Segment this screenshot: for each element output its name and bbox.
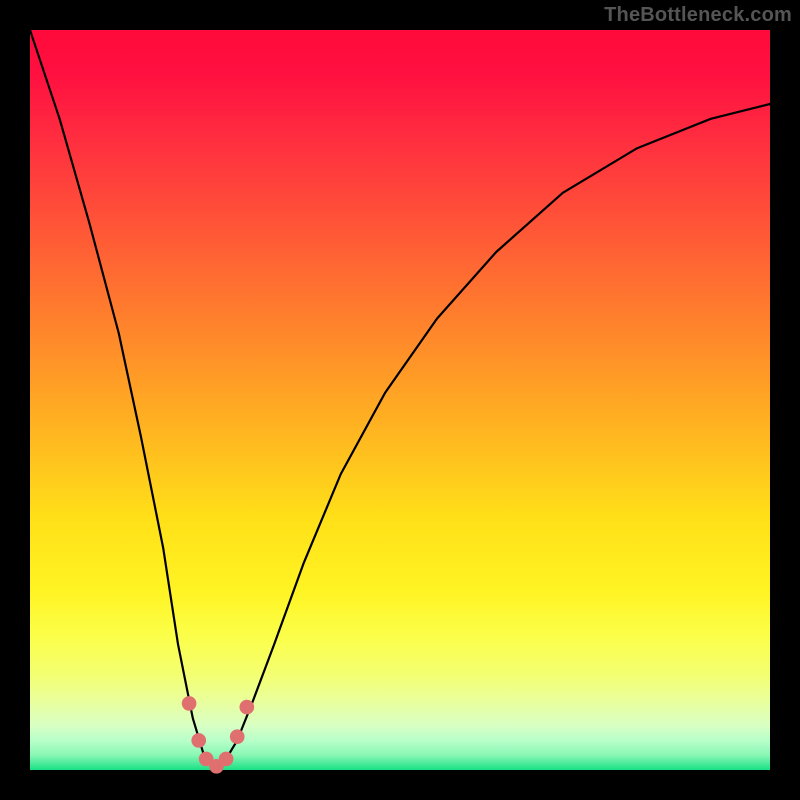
watermark-text: TheBottleneck.com: [604, 4, 792, 27]
chart-frame: TheBottleneck.com: [0, 0, 800, 800]
curve-marker: [239, 700, 254, 715]
curve-marker: [230, 729, 245, 744]
curve-marker: [219, 752, 234, 767]
curve-marker: [182, 696, 197, 711]
chart-svg: [30, 30, 770, 770]
bottleneck-curve: [30, 30, 770, 770]
curve-marker: [191, 733, 206, 748]
plot-area: [30, 30, 770, 770]
curve-markers: [182, 696, 254, 774]
